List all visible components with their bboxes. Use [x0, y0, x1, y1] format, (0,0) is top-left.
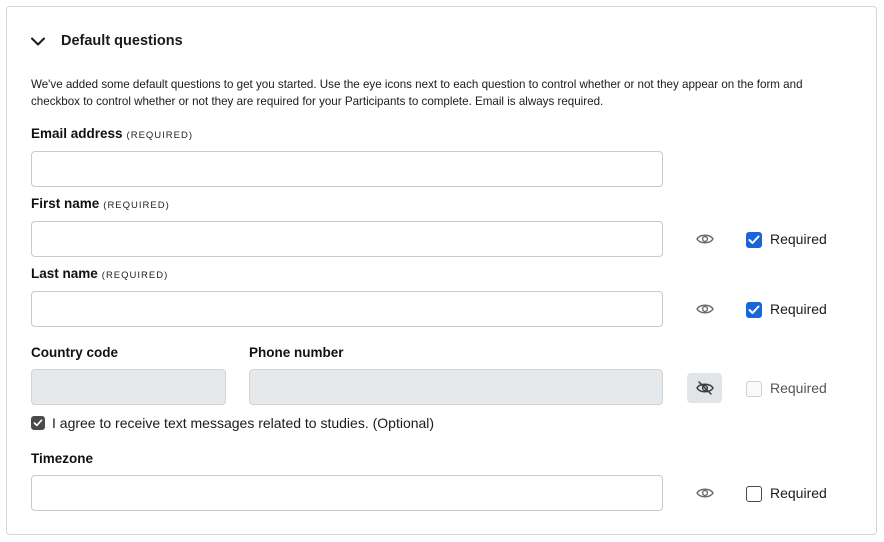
- check-icon: [748, 305, 760, 314]
- phone-required-checkbox[interactable]: [746, 381, 762, 397]
- email-label-text: Email address: [31, 126, 123, 141]
- section-toggle[interactable]: Default questions: [29, 25, 183, 57]
- check-icon: [748, 235, 760, 244]
- timezone-required-checkbox[interactable]: [746, 486, 762, 502]
- phone-number-field[interactable]: [249, 369, 663, 405]
- last-name-visibility-toggle[interactable]: [688, 294, 722, 324]
- first-name-required-tag: (REQUIRED): [103, 200, 170, 211]
- last-name-required-checkbox[interactable]: [746, 302, 762, 318]
- eye-off-icon: [695, 381, 714, 395]
- country-code-label: Country code: [31, 345, 119, 360]
- phone-number-label: Phone number: [249, 345, 344, 360]
- first-name-required-label[interactable]: Required: [770, 231, 827, 247]
- last-name-label: Last name (REQUIRED): [31, 266, 168, 281]
- first-name-label-text: First name: [31, 196, 100, 211]
- last-name-required-tag: (REQUIRED): [101, 270, 169, 281]
- timezone-visibility-toggle[interactable]: [688, 478, 722, 508]
- default-questions-panel: Default questions We've added some defau…: [6, 6, 877, 535]
- eye-icon: [696, 304, 714, 314]
- phone-visibility-toggle[interactable]: [687, 373, 722, 403]
- eye-icon: [696, 234, 714, 244]
- sms-consent-checkbox[interactable]: [31, 416, 45, 430]
- country-code-field[interactable]: [31, 369, 226, 405]
- last-name-required-label[interactable]: Required: [770, 301, 827, 317]
- check-icon: [33, 419, 43, 427]
- sms-consent-label[interactable]: I agree to receive text messages related…: [52, 415, 434, 431]
- last-name-field[interactable]: [31, 291, 663, 327]
- last-name-label-text: Last name: [31, 266, 98, 281]
- timezone-label: Timezone: [31, 451, 94, 466]
- section-title: Default questions: [61, 33, 183, 49]
- email-label: Email address (REQUIRED): [31, 126, 193, 141]
- timezone-field[interactable]: [31, 475, 663, 511]
- chevron-down-icon[interactable]: [29, 32, 47, 50]
- first-name-required-checkbox[interactable]: [746, 232, 762, 248]
- first-name-visibility-toggle[interactable]: [688, 224, 722, 254]
- first-name-label: First name (REQUIRED): [31, 196, 170, 211]
- email-field[interactable]: [31, 151, 663, 187]
- timezone-required-label[interactable]: Required: [770, 485, 827, 501]
- section-description: We've added some default questions to ge…: [31, 78, 803, 108]
- phone-required-label[interactable]: Required: [770, 380, 827, 396]
- email-required-tag: (REQUIRED): [126, 130, 194, 141]
- first-name-field[interactable]: [31, 221, 663, 257]
- eye-icon: [696, 488, 714, 498]
